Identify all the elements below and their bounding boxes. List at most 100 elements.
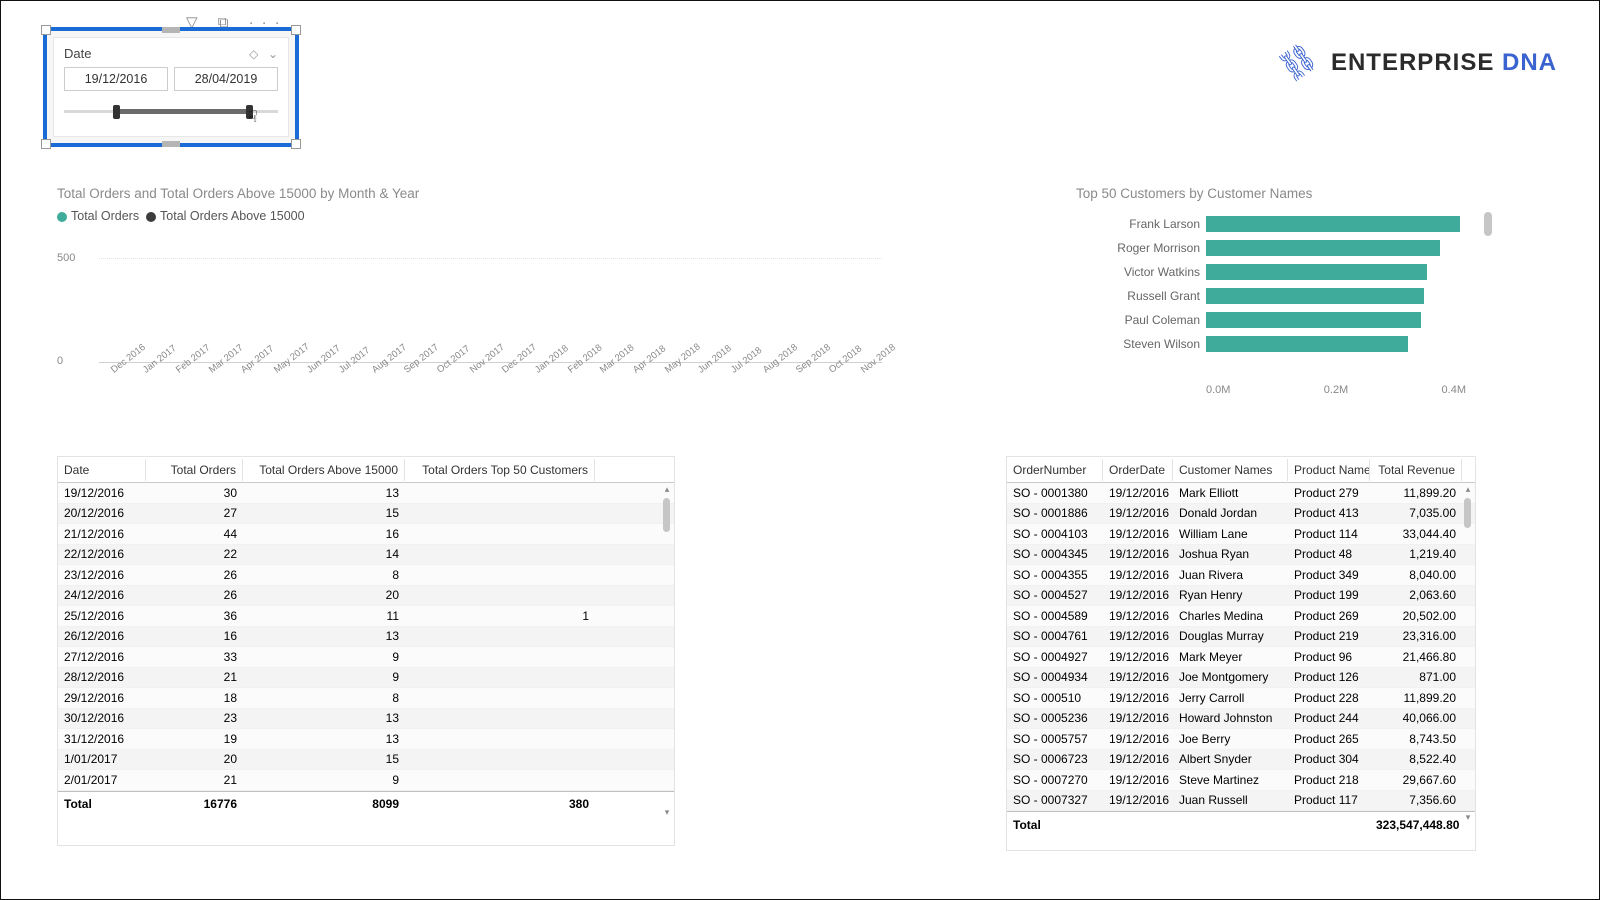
cell: 9 [243,670,405,684]
table-row[interactable]: SO - 000434519/12/2016Joshua RyanProduct… [1007,545,1475,566]
col-header[interactable]: Total Orders [146,459,243,481]
logo-text-2: DNA [1502,49,1557,76]
table-row[interactable]: 27/12/2016339 [58,647,674,668]
cell: 33,044.40 [1370,527,1462,541]
resize-handle[interactable] [291,139,301,149]
cell: Product 349 [1288,568,1370,582]
scrollbar-thumb[interactable] [663,498,670,532]
cell: 13 [243,711,405,725]
scrollbar[interactable]: ▴ ▾ [661,484,673,818]
resize-handle[interactable] [162,141,180,147]
col-header[interactable]: Customer Names [1173,459,1288,481]
scroll-up-icon[interactable]: ▴ [1462,484,1474,495]
table-row[interactable]: 2/01/2017219 [58,770,674,791]
cell: 19/12/2016 [1103,691,1173,705]
col-header[interactable]: Total Revenue [1370,459,1462,481]
cell: Product 269 [1288,609,1370,623]
cell: 19/12/2016 [1103,506,1173,520]
table-row[interactable]: SO - 000476119/12/2016Douglas MurrayProd… [1007,627,1475,648]
cell: SO - 0004103 [1007,527,1103,541]
date-slicer[interactable]: Date ◇ ⌄ 19/12/2016 28/04/2019 ☟ [43,27,299,147]
resize-handle[interactable] [291,25,301,35]
resize-handle[interactable] [162,27,180,33]
table-row[interactable]: SO - 00051019/12/2016Jerry CarrollProduc… [1007,688,1475,709]
scrollbar-thumb[interactable] [1464,498,1471,528]
resize-handle[interactable] [41,139,51,149]
table-row[interactable]: 30/12/20162313 [58,709,674,730]
table-row[interactable]: 26/12/20161613 [58,627,674,648]
table-row[interactable]: SO - 000493419/12/2016Joe MontgomeryProd… [1007,668,1475,689]
table-row[interactable]: SO - 000727019/12/2016Steve MartinezProd… [1007,770,1475,791]
col-header[interactable]: Product Name [1288,459,1370,481]
table-row[interactable]: SO - 000435519/12/2016Juan RiveraProduct… [1007,565,1475,586]
table-row[interactable]: SO - 000188619/12/2016Donald JordanProdu… [1007,504,1475,525]
scrollbar[interactable]: ▴ ▾ [1462,484,1474,823]
scrollbar-thumb[interactable] [1484,212,1492,236]
date-end-input[interactable]: 28/04/2019 [174,67,278,91]
slider-thumb-start[interactable] [113,105,120,119]
cell: 26 [146,568,243,582]
cell: 21/12/2016 [58,527,146,541]
cell: 8,522.40 [1370,752,1462,766]
bar[interactable] [1206,336,1408,352]
col-header[interactable]: Date [58,459,146,481]
table-row[interactable]: SO - 000672319/12/2016Albert SnyderProdu… [1007,750,1475,771]
table-row[interactable]: SO - 000575719/12/2016Joe BerryProduct 2… [1007,729,1475,750]
table-row[interactable]: SO - 000452719/12/2016Ryan HenryProduct … [1007,586,1475,607]
cell: 11,899.20 [1370,691,1462,705]
bar[interactable] [1206,288,1424,304]
date-slider[interactable]: ☟ [64,101,278,123]
table-row[interactable]: SO - 000410319/12/2016William LaneProduc… [1007,524,1475,545]
cell: 19/12/2016 [1103,732,1173,746]
cell: 22 [146,547,243,561]
customer-name: Steven Wilson [1076,337,1206,351]
table-row[interactable]: 23/12/2016268 [58,565,674,586]
customer-name: Roger Morrison [1076,241,1206,255]
table-row[interactable]: 1/01/20172015 [58,750,674,771]
orders-detail-table[interactable]: OrderNumber OrderDate Customer Names Pro… [1006,456,1476,851]
bar[interactable] [1206,312,1421,328]
orders-bar-chart[interactable]: Total Orders and Total Orders Above 1500… [57,186,882,391]
table-row[interactable]: SO - 000458919/12/2016Charles MedinaProd… [1007,606,1475,627]
table-row[interactable]: 25/12/201636111 [58,606,674,627]
bar[interactable] [1206,240,1440,256]
top-customers-chart[interactable]: Top 50 Customers by Customer Names Frank… [1076,186,1466,396]
table-row[interactable]: 19/12/20163013 [58,483,674,504]
cell: 30/12/2016 [58,711,146,725]
orders-summary-table[interactable]: Date Total Orders Total Orders Above 150… [57,456,675,846]
table-row[interactable]: 22/12/20162214 [58,545,674,566]
table-row[interactable]: SO - 000523619/12/2016Howard JohnstonPro… [1007,709,1475,730]
eraser-icon[interactable]: ◇ [249,47,258,61]
scroll-up-icon[interactable]: ▴ [661,484,673,495]
col-header[interactable]: Total Orders Above 15000 [243,459,405,481]
table-row[interactable]: SO - 000492719/12/2016Mark MeyerProduct … [1007,647,1475,668]
resize-handle[interactable] [41,25,51,35]
cell: 1,219.40 [1370,547,1462,561]
cell: SO - 0004761 [1007,629,1103,643]
table-row[interactable]: 24/12/20162620 [58,586,674,607]
cell: 13 [243,732,405,746]
col-header[interactable]: Total Orders Top 50 Customers [405,459,595,481]
table-row[interactable]: 31/12/20161913 [58,729,674,750]
cell: 22/12/2016 [58,547,146,561]
table-row[interactable]: SO - 000732719/12/2016Juan RussellProduc… [1007,791,1475,812]
scroll-down-icon[interactable]: ▾ [1462,812,1474,823]
col-header[interactable]: OrderNumber [1007,459,1103,481]
bar[interactable] [1206,216,1460,232]
cell: Jerry Carroll [1173,691,1288,705]
table-row[interactable]: 21/12/20164416 [58,524,674,545]
total-label: Total [1007,818,1103,832]
bar[interactable] [1206,264,1427,280]
cell: SO - 0004927 [1007,650,1103,664]
table-row[interactable]: 29/12/2016188 [58,688,674,709]
cell: 19/12/2016 [1103,547,1173,561]
date-start-input[interactable]: 19/12/2016 [64,67,168,91]
cell: William Lane [1173,527,1288,541]
table-row[interactable]: 28/12/2016219 [58,668,674,689]
chevron-down-icon[interactable]: ⌄ [268,47,278,61]
table-row[interactable]: SO - 000138019/12/2016Mark ElliottProduc… [1007,483,1475,504]
scroll-down-icon[interactable]: ▾ [661,807,673,818]
cell: SO - 0007327 [1007,793,1103,807]
col-header[interactable]: OrderDate [1103,459,1173,481]
table-row[interactable]: 20/12/20162715 [58,504,674,525]
